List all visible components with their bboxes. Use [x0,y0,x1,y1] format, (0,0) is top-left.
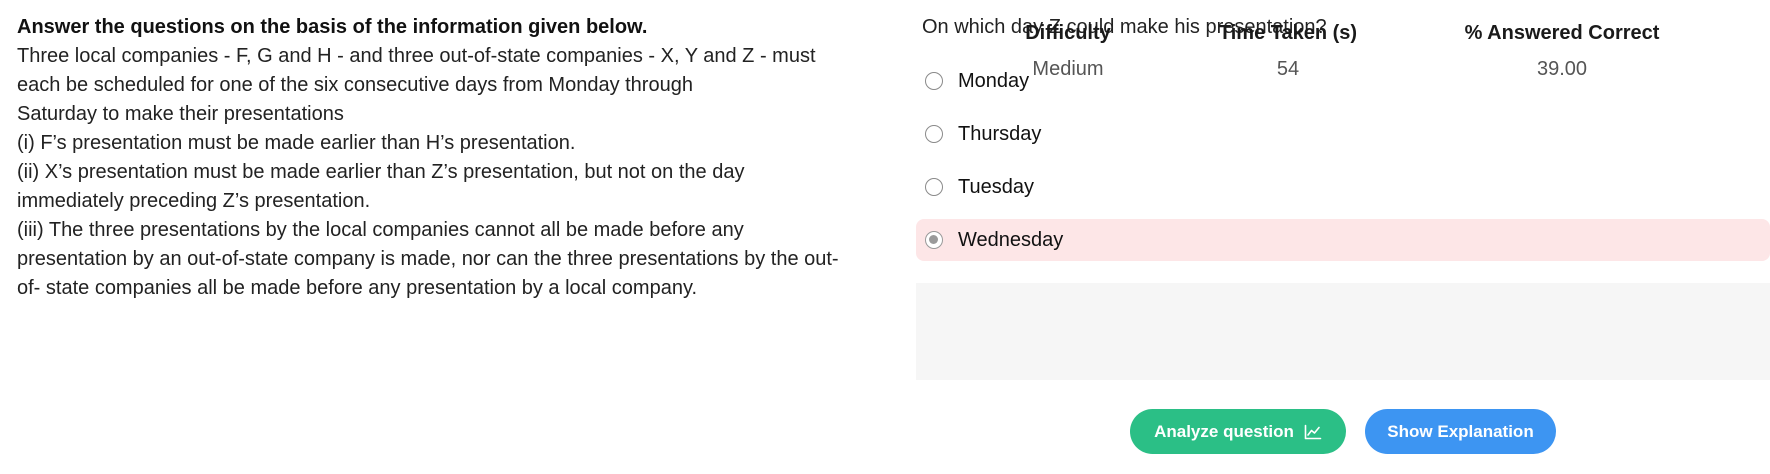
option-wednesday[interactable]: Wednesday [916,219,1770,261]
radio-button[interactable] [925,125,943,143]
question-stats-panel [916,283,1770,380]
passage-line: Saturday to make their presentations [17,103,344,125]
radio-button[interactable] [925,178,943,196]
option-label: Thursday [958,122,1042,145]
explain-button-label: Show Explanation [1387,421,1534,441]
passage-line: (i) F’s presentation must be made earlie… [17,132,576,154]
show-explanation-button[interactable]: Show Explanation [1365,409,1556,454]
passage-line: presentation by an out-of-state company … [17,248,839,270]
analyze-question-button[interactable]: Analyze question [1130,409,1346,454]
question-page: Answer the questions on the basis of the… [0,0,1770,474]
passage-line: Three local companies - F, G and H - and… [17,45,816,67]
line-chart-icon [1304,424,1322,440]
option-tuesday[interactable]: Tuesday [916,166,1770,208]
stat-time-taken: Time Taken (s) 54 [1158,20,1418,82]
option-label: Wednesday [958,228,1064,251]
analyze-button-label: Analyze question [1154,421,1294,441]
passage-line: (ii) X’s presentation must be made earli… [17,161,745,183]
option-thursday[interactable]: Thursday [916,113,1770,155]
answer-options: Monday Thursday Tuesday Wednesday [916,60,1770,272]
stat-value: 39.00 [1536,58,1588,80]
passage-line: each be scheduled for one of the six con… [17,74,693,96]
passage-heading: Answer the questions on the basis of the… [17,16,648,38]
radio-button-selected[interactable] [925,231,943,249]
stat-value: 54 [1276,58,1300,80]
option-label: Tuesday [958,175,1034,198]
passage-line: of- state companies all be made before a… [17,277,698,299]
stat-label: Time Taken (s) [1218,22,1358,44]
stat-label: % Answered Correct [1464,22,1660,44]
passage-line: (iii) The three presentations by the loc… [17,219,744,241]
stat-answered-correct: % Answered Correct 39.00 [1432,20,1692,82]
passage-line: immediately preceding Z’s presentation. [17,190,371,212]
passage: Answer the questions on the basis of the… [17,13,877,303]
